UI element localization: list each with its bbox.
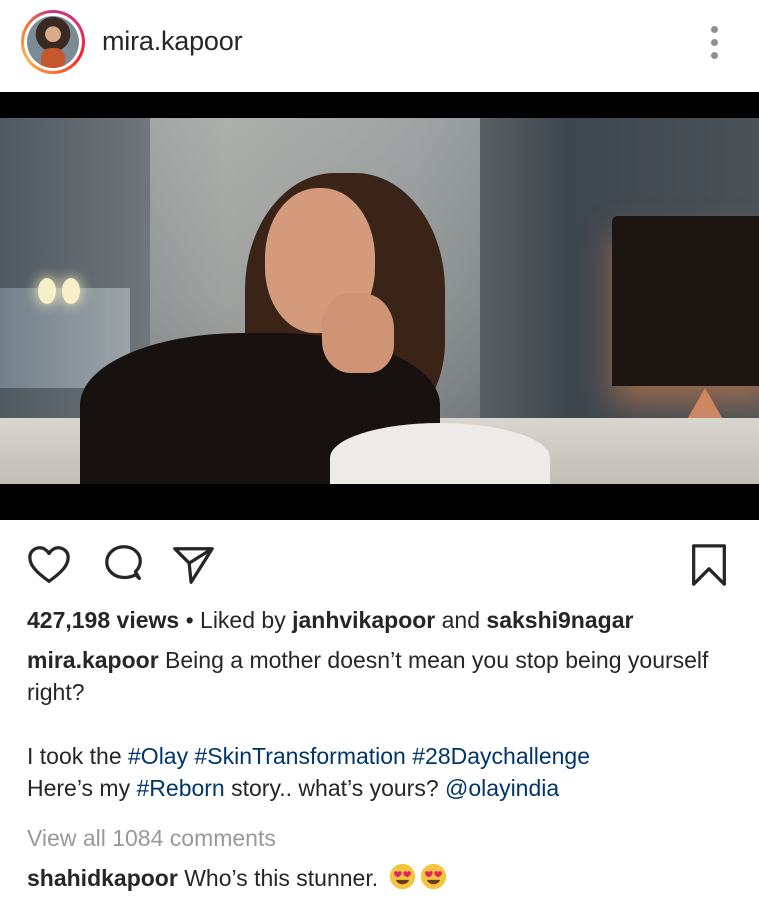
comment: shahidkapoor Who’s this stunner. [27,862,447,894]
avatar[interactable] [21,10,85,74]
post-media[interactable] [0,92,759,520]
caption-line: I took the #Olay #SkinTransformation #28… [27,740,727,772]
heart-eyes-emoji-icon [389,863,415,890]
post-caption: mira.kapoor Being a mother doesn’t mean … [27,644,727,804]
mention[interactable]: @olayindia [445,775,559,801]
caption-text: story.. what’s yours? [224,775,446,801]
hashtag[interactable]: #Reborn [137,775,225,801]
lampshade [612,216,759,386]
likes-summary: 427,198 views • Liked by janhvikapoor an… [27,604,633,636]
person-hand [322,293,394,373]
comment-icon[interactable] [101,542,147,588]
caption-text: Here’s my [27,775,137,801]
avatar-border [24,13,82,71]
dot [711,52,718,59]
dot [711,39,718,46]
hashtag[interactable]: #SkinTransformation [195,743,406,769]
pillow [330,423,550,484]
caption-author[interactable]: mira.kapoor [27,647,159,673]
liker-username[interactable]: sakshi9nagar [486,607,633,633]
video-frame [0,118,759,484]
liker-username[interactable]: janhvikapoor [292,607,435,633]
view-count[interactable]: 427,198 views [27,607,179,633]
view-all-comments-link[interactable]: View all 1084 comments [27,822,276,854]
and-label: and [435,607,487,633]
caption-line: Here’s my #Reborn story.. what’s yours? … [27,772,727,804]
action-bar [0,520,759,604]
lamp-bulb [38,278,56,304]
more-vertical-icon[interactable] [702,24,726,60]
bookmark-icon[interactable] [686,542,732,588]
dot [711,26,718,33]
lamp-bulb [62,278,80,304]
separator: • [179,607,201,633]
heart-eyes-emoji-icon [420,863,446,890]
post-header: mira.kapoor [0,0,759,92]
caption-text: I took the [27,743,129,769]
heart-icon[interactable] [26,542,72,588]
comment-author[interactable]: shahidkapoor [27,865,178,891]
send-icon[interactable] [170,542,216,588]
username[interactable]: mira.kapoor [102,26,243,57]
hashtag[interactable]: #Olay [128,743,188,769]
hashtag[interactable]: #28Daychallenge [412,743,590,769]
comment-text: Who’s this stunner. [177,865,385,891]
caption-line: mira.kapoor Being a mother doesn’t mean … [27,644,727,708]
liked-by-label: Liked by [200,607,293,633]
profile-photo [27,16,79,68]
